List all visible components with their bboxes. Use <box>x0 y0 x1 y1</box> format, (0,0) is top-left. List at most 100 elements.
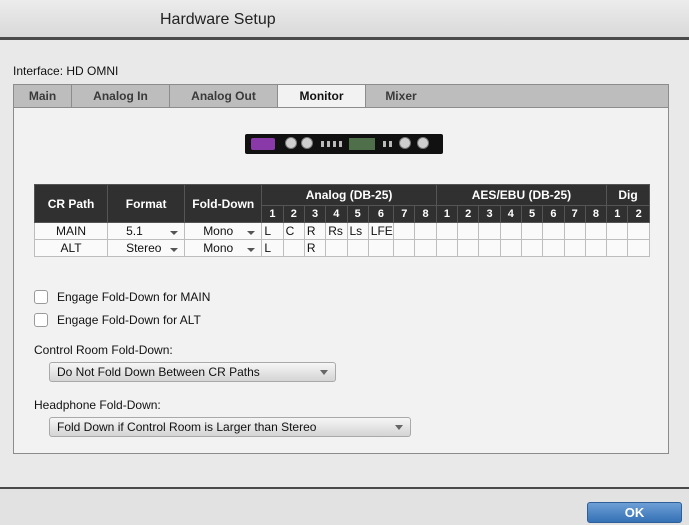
channel-number: 8 <box>414 205 437 223</box>
channel-cell[interactable] <box>457 222 480 240</box>
tab-monitor[interactable]: Monitor <box>278 85 366 109</box>
channel-number: 3 <box>478 205 501 223</box>
tab-analog-in[interactable]: Analog In <box>72 85 170 108</box>
table-row-alt: ALT Stereo Mono L R <box>33 239 650 257</box>
channel-number: 4 <box>325 205 348 223</box>
channel-cell[interactable]: L <box>261 239 284 257</box>
device-knob <box>417 137 429 149</box>
device-led <box>383 141 386 147</box>
headphone-fold-down-value: Fold Down if Control Room is Larger than… <box>57 420 317 434</box>
ok-button[interactable]: OK <box>587 502 682 523</box>
channel-number: 2 <box>457 205 480 223</box>
channel-cell[interactable]: Ls <box>346 222 369 240</box>
device-led <box>321 141 324 147</box>
control-room-fold-down-select[interactable]: Do Not Fold Down Between CR Paths <box>49 362 336 382</box>
channel-number: 2 <box>627 205 650 223</box>
device-display <box>349 138 375 150</box>
channel-number: 1 <box>606 205 629 223</box>
channel-number: 6 <box>367 205 395 223</box>
chevron-down-icon <box>395 425 403 430</box>
channel-cell[interactable] <box>393 239 416 257</box>
channel-number: 3 <box>303 205 327 223</box>
channel-number: 1 <box>261 205 284 223</box>
title-bar: Hardware Setup <box>0 0 689 40</box>
format-select[interactable]: Stereo <box>107 239 186 257</box>
channel-cell[interactable]: L <box>261 222 284 240</box>
channel-cell[interactable] <box>606 239 629 257</box>
tab-main[interactable]: Main <box>14 85 72 108</box>
hardware-setup-window: Hardware Setup Interface: HD OMNI Main A… <box>0 0 689 525</box>
chevron-down-icon <box>170 231 179 235</box>
channel-cell[interactable]: R <box>303 239 327 257</box>
channel-cell[interactable] <box>478 239 501 257</box>
channel-cell[interactable] <box>414 239 437 257</box>
channel-number: 2 <box>282 205 305 223</box>
channel-cell[interactable] <box>542 239 565 257</box>
dig-header: Dig <box>606 184 650 206</box>
engage-fold-down-main-checkbox[interactable] <box>34 290 48 304</box>
format-value: Stereo <box>126 241 162 255</box>
channel-cell[interactable]: Rs <box>325 222 348 240</box>
channel-cell[interactable] <box>393 222 416 240</box>
device-led <box>339 141 342 147</box>
headphone-fold-down-select[interactable]: Fold Down if Control Room is Larger than… <box>49 417 411 437</box>
tab-mixer[interactable]: Mixer <box>366 85 436 108</box>
channel-cell[interactable] <box>367 239 395 257</box>
button-bar: OK <box>0 487 689 525</box>
channel-number: 8 <box>584 205 608 223</box>
monitor-routing-table: CR Path Format Fold-Down Analog (DB-25) … <box>33 184 650 257</box>
format-header: Format <box>107 184 186 223</box>
channel-number: 7 <box>393 205 416 223</box>
channel-cell[interactable] <box>606 222 629 240</box>
hd-omni-device-image <box>245 134 443 154</box>
fold-down-select[interactable]: Mono <box>184 239 263 257</box>
monitor-panel: CR Path Format Fold-Down Analog (DB-25) … <box>13 107 669 454</box>
channel-cell[interactable] <box>542 222 565 240</box>
channel-cell[interactable] <box>435 239 459 257</box>
channel-cell[interactable] <box>499 239 522 257</box>
channel-cell[interactable]: LFE <box>367 222 395 240</box>
channel-cell[interactable]: R <box>303 222 327 240</box>
control-room-fold-down-label: Control Room Fold-Down: <box>34 343 173 357</box>
engage-fold-down-alt-checkbox[interactable] <box>34 313 48 327</box>
channel-cell[interactable] <box>282 239 305 257</box>
channel-cell[interactable]: C <box>282 222 305 240</box>
engage-fold-down-main-label: Engage Fold-Down for MAIN <box>57 290 211 304</box>
channel-number: 6 <box>542 205 565 223</box>
channel-cell[interactable] <box>520 239 544 257</box>
engage-fold-down-alt-label: Engage Fold-Down for ALT <box>57 313 201 327</box>
channel-cell[interactable] <box>325 239 348 257</box>
device-knob <box>399 137 411 149</box>
channel-cell[interactable] <box>520 222 544 240</box>
engage-fold-down-alt-option[interactable]: Engage Fold-Down for ALT <box>34 312 201 328</box>
channel-cell[interactable] <box>584 239 608 257</box>
device-led <box>333 141 336 147</box>
channel-cell[interactable] <box>563 239 586 257</box>
channel-cell[interactable] <box>478 222 501 240</box>
channel-number: 5 <box>520 205 544 223</box>
channel-cell[interactable] <box>627 239 650 257</box>
tab-analog-out[interactable]: Analog Out <box>170 85 278 108</box>
device-led <box>327 141 330 147</box>
channel-number: 4 <box>499 205 522 223</box>
headphone-fold-down-label: Headphone Fold-Down: <box>34 398 161 412</box>
channel-cell[interactable] <box>435 222 459 240</box>
channel-cell[interactable] <box>414 222 437 240</box>
channel-cell[interactable] <box>584 222 608 240</box>
channel-cell[interactable] <box>346 239 369 257</box>
channel-cell[interactable] <box>627 222 650 240</box>
fold-down-value: Mono <box>203 241 234 255</box>
engage-fold-down-main-option[interactable]: Engage Fold-Down for MAIN <box>34 289 210 305</box>
analog-header: Analog (DB-25) <box>261 184 437 206</box>
chevron-down-icon <box>170 248 179 252</box>
device-knob <box>285 137 297 149</box>
format-value: 5.1 <box>126 224 143 238</box>
control-room-fold-down-value: Do Not Fold Down Between CR Paths <box>57 365 260 379</box>
fold-down-select[interactable]: Mono <box>184 222 263 240</box>
channel-cell[interactable] <box>499 222 522 240</box>
channel-cell[interactable] <box>563 222 586 240</box>
channel-cell[interactable] <box>457 239 480 257</box>
aes-ebu-header: AES/EBU (DB-25) <box>435 184 608 206</box>
device-knob <box>301 137 313 149</box>
format-select[interactable]: 5.1 <box>107 222 186 240</box>
